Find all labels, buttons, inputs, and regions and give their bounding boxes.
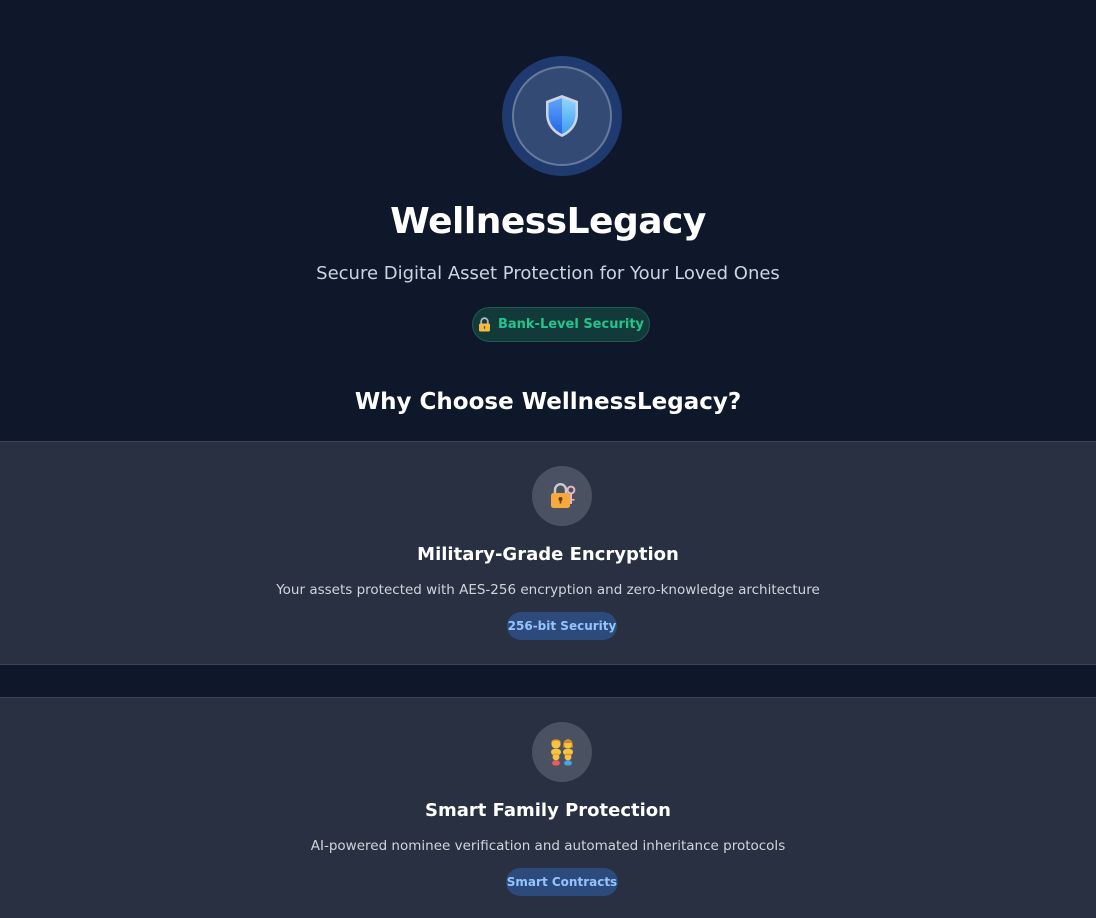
- feature-badge: Smart Contracts: [506, 868, 618, 896]
- feature-card-family: Smart Family Protection AI-powered nomin…: [0, 697, 1096, 918]
- landing-page: WellnessLegacy Secure Digital Asset Prot…: [0, 0, 1096, 918]
- features-heading: Why Choose WellnessLegacy?: [354, 389, 742, 415]
- logo-inner-circle: [512, 66, 612, 166]
- lock-icon: [478, 317, 490, 332]
- security-badge: Bank-Level Security: [472, 307, 650, 342]
- security-badge-label: Bank-Level Security: [497, 317, 645, 332]
- app-title: WellnessLegacy: [390, 201, 706, 242]
- feature-description: AI-powered nominee verification and auto…: [310, 838, 786, 854]
- feature-icon-circle: [532, 722, 592, 782]
- app-logo: [502, 56, 622, 176]
- family-icon: [551, 739, 573, 766]
- hero-section: WellnessLegacy Secure Digital Asset Prot…: [0, 0, 1096, 441]
- shield-icon: [546, 95, 578, 137]
- feature-card-encryption: Military-Grade Encryption Your assets pr…: [0, 441, 1096, 665]
- app-tagline: Secure Digital Asset Protection for Your…: [316, 263, 780, 284]
- feature-title: Smart Family Protection: [425, 800, 671, 821]
- feature-icon-circle: [532, 466, 592, 526]
- feature-title: Military-Grade Encryption: [417, 544, 679, 565]
- feature-description: Your assets protected with AES-256 encry…: [276, 582, 820, 598]
- feature-badge: 256-bit Security: [507, 612, 617, 640]
- lock-with-key-icon: [551, 482, 576, 508]
